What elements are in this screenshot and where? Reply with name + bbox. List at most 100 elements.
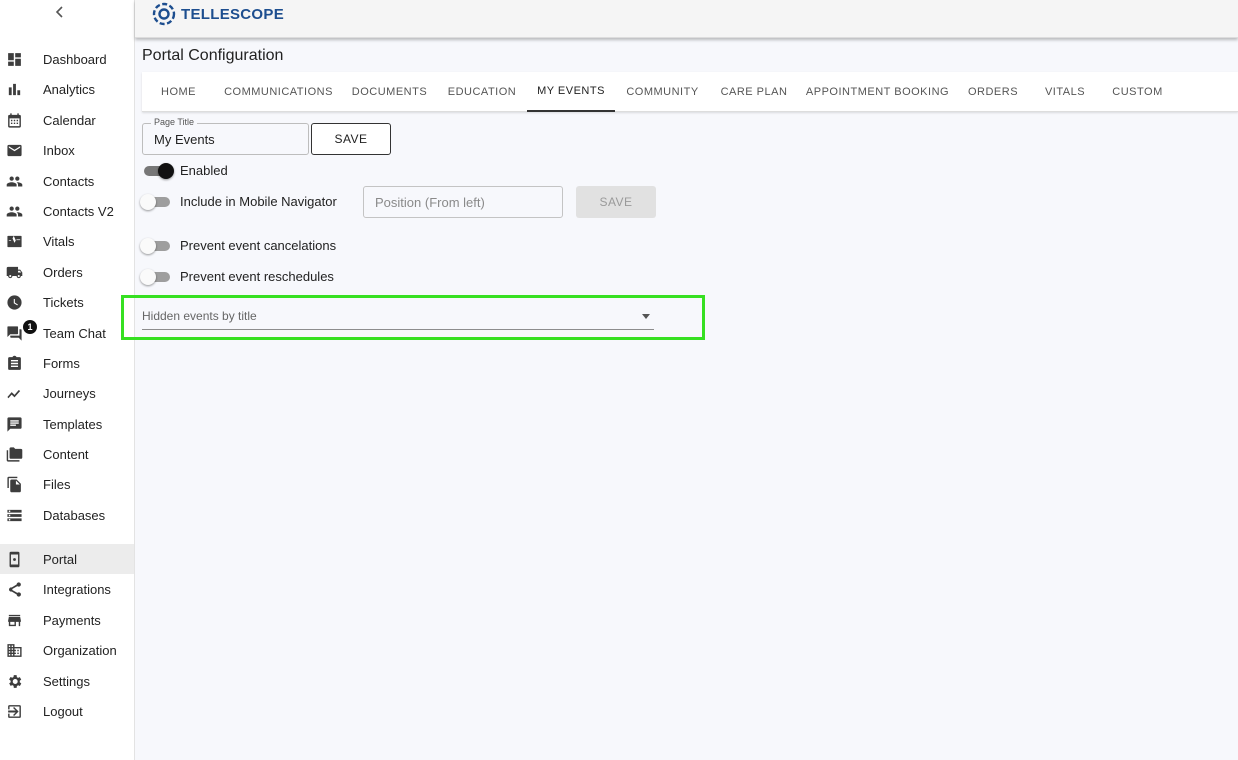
calendar-icon xyxy=(6,112,23,129)
tab-community[interactable]: COMMUNITY xyxy=(623,72,702,112)
sidebar-item-organization[interactable]: Organization xyxy=(0,635,134,665)
page-title-field[interactable]: Page Title My Events xyxy=(142,117,309,155)
tab-home[interactable]: HOME xyxy=(152,72,205,112)
sidebar-item-label: Settings xyxy=(43,673,90,689)
enabled-label: Enabled xyxy=(180,163,228,178)
sidebar-item-team-chat[interactable]: 1 Team Chat xyxy=(0,318,134,348)
mobile-navigator-label: Include in Mobile Navigator xyxy=(180,194,337,209)
sidebar-item-content[interactable]: Content xyxy=(0,439,134,469)
sidebar: Dashboard Analytics Calendar Inbox Conta… xyxy=(0,0,135,760)
sidebar-item-inbox[interactable]: Inbox xyxy=(0,135,134,165)
sidebar-item-label: Team Chat xyxy=(43,325,106,341)
sidebar-item-label: Content xyxy=(43,446,89,462)
sidebar-item-tickets[interactable]: Tickets xyxy=(0,287,134,317)
sidebar-item-label: Calendar xyxy=(43,112,96,128)
sidebar-item-label: Inbox xyxy=(43,142,75,158)
sidebar-item-analytics[interactable]: Analytics xyxy=(0,74,134,104)
enabled-toggle[interactable] xyxy=(142,163,174,179)
mail-icon xyxy=(6,142,23,159)
prevent-cancelations-label: Prevent event cancelations xyxy=(180,238,337,253)
toggle-thumb xyxy=(158,163,174,179)
logout-icon xyxy=(6,703,23,720)
sidebar-item-label: Organization xyxy=(43,642,117,658)
file-copy-icon xyxy=(6,476,23,493)
store-icon xyxy=(6,612,23,629)
dashboard-icon xyxy=(6,51,23,68)
sidebar-item-label: Tickets xyxy=(43,294,84,310)
message-icon xyxy=(6,416,23,433)
page-title: Portal Configuration xyxy=(142,47,284,64)
prevent-cancelations-toggle[interactable] xyxy=(140,238,172,254)
sidebar-item-databases[interactable]: Databases xyxy=(0,500,134,530)
toggle-thumb xyxy=(140,194,156,210)
sidebar-item-settings[interactable]: Settings xyxy=(0,666,134,696)
bar-chart-icon xyxy=(6,81,23,98)
tab-communications[interactable]: COMMUNICATIONS xyxy=(220,72,337,112)
sidebar-item-label: Templates xyxy=(43,416,103,432)
save-page-title-button[interactable]: SAVE xyxy=(311,123,391,155)
tellescope-logo-icon xyxy=(152,2,176,26)
config-tabs: HOME COMMUNICATIONS DOCUMENTS EDUCATION … xyxy=(142,72,1238,112)
mobile-navigator-toggle[interactable] xyxy=(140,194,172,210)
sidebar-item-calendar[interactable]: Calendar xyxy=(0,105,134,135)
timeline-icon xyxy=(6,385,23,402)
sidebar-item-forms[interactable]: Forms xyxy=(0,348,134,378)
sidebar-item-journeys[interactable]: Journeys xyxy=(0,378,134,408)
sidebar-item-orders[interactable]: Orders xyxy=(0,257,134,287)
save-position-button[interactable]: SAVE xyxy=(576,186,656,218)
sidebar-item-label: Portal xyxy=(43,551,77,567)
chat-icon: 1 xyxy=(6,319,37,342)
tab-vitals[interactable]: VITALS xyxy=(1038,72,1092,112)
toggle-thumb xyxy=(140,269,156,285)
brand-name: TELLESCOPE xyxy=(181,5,285,23)
sidebar-item-templates[interactable]: Templates xyxy=(0,409,134,439)
position-input[interactable] xyxy=(363,186,563,218)
chevron-left-icon[interactable] xyxy=(50,2,70,22)
storage-icon xyxy=(6,507,23,524)
tab-education[interactable]: EDUCATION xyxy=(442,72,522,112)
top-bar: TELLESCOPE xyxy=(135,0,1238,38)
tab-orders[interactable]: ORDERS xyxy=(964,72,1022,112)
dropdown-arrow-icon xyxy=(642,314,650,319)
prevent-reschedules-toggle[interactable] xyxy=(140,269,172,285)
monitor-heart-icon xyxy=(6,233,23,250)
sidebar-item-dashboard[interactable]: Dashboard xyxy=(0,44,134,74)
tab-care-plan[interactable]: CARE PLAN xyxy=(717,72,791,112)
prevent-reschedules-label: Prevent event reschedules xyxy=(180,269,334,284)
tab-appointment-booking[interactable]: APPOINTMENT BOOKING xyxy=(806,72,949,112)
page-title-field-value: My Events xyxy=(154,132,215,147)
sidebar-item-label: Contacts V2 xyxy=(43,203,114,219)
sidebar-item-label: Files xyxy=(43,476,71,492)
sidebar-item-logout[interactable]: Logout xyxy=(0,696,134,726)
sidebar-item-portal[interactable]: Portal xyxy=(0,544,134,574)
sidebar-item-contacts-v2[interactable]: Contacts V2 xyxy=(0,196,134,226)
share-icon xyxy=(6,581,23,598)
sidebar-item-label: Analytics xyxy=(43,81,96,97)
tab-custom[interactable]: CUSTOM xyxy=(1107,72,1168,112)
people-icon xyxy=(6,173,23,190)
page-title-field-label: Page Title xyxy=(151,117,198,127)
sidebar-item-label: Orders xyxy=(43,264,83,280)
sidebar-item-label: Payments xyxy=(43,612,101,628)
folder-icon xyxy=(6,446,23,463)
toggle-thumb xyxy=(140,238,156,254)
sidebar-item-label: Journeys xyxy=(43,385,96,401)
brand-logo[interactable]: TELLESCOPE xyxy=(152,2,284,26)
sidebar-item-integrations[interactable]: Integrations xyxy=(0,574,134,604)
sidebar-item-contacts[interactable]: Contacts xyxy=(0,166,134,196)
sidebar-item-payments[interactable]: Payments xyxy=(0,605,134,635)
building-icon xyxy=(6,642,23,659)
sidebar-item-label: Databases xyxy=(43,507,106,523)
sidebar-item-vitals[interactable]: Vitals xyxy=(0,226,134,256)
hidden-events-select[interactable]: Hidden events by title xyxy=(142,305,654,330)
hidden-events-placeholder: Hidden events by title xyxy=(142,309,257,323)
phone-settings-icon xyxy=(6,551,23,568)
clock-icon xyxy=(6,294,23,311)
sidebar-item-label: Forms xyxy=(43,355,80,371)
people-icon xyxy=(6,203,23,220)
sidebar-item-label: Dashboard xyxy=(43,51,107,67)
tab-my-events[interactable]: MY EVENTS xyxy=(527,72,615,112)
tab-documents[interactable]: DOCUMENTS xyxy=(350,72,429,112)
sidebar-item-files[interactable]: Files xyxy=(0,469,134,499)
gear-icon xyxy=(6,673,23,690)
